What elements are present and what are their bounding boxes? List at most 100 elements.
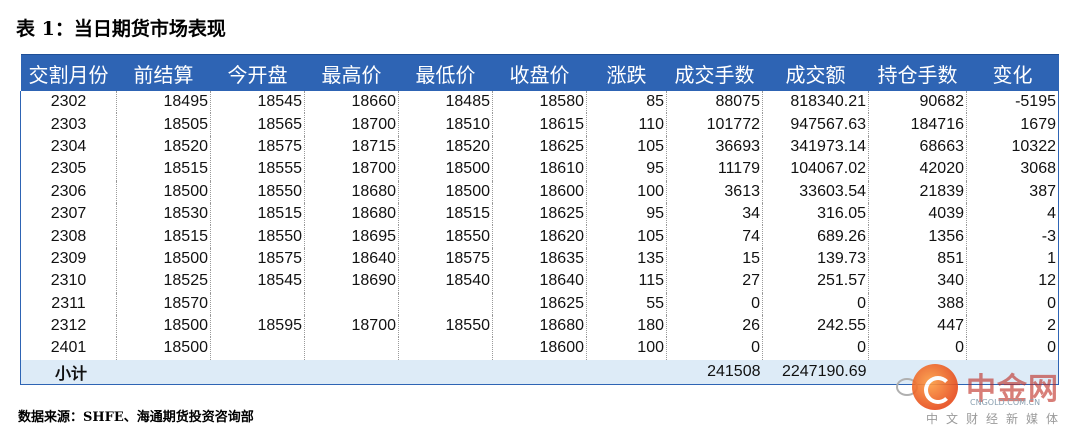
cell-turnover: 0: [762, 292, 869, 315]
col-header-prev-settle: 前结算: [116, 54, 211, 91]
table-row: 2309 18500 18575 18640 18575 18635 135 15 139.73…: [20, 247, 1059, 271]
cell-turnover: 251.57: [762, 270, 869, 293]
cell-close: 18615: [492, 113, 587, 136]
cell-close: 18640: [492, 270, 587, 293]
watermark-subtitle: 中文财经新媒体: [926, 412, 1067, 426]
col-header-close: 收盘价: [492, 54, 587, 91]
cell-open-interest: 0: [868, 337, 967, 360]
cell-open: 18515: [210, 202, 305, 226]
table-row: 2303 18505 18565 18700 18510 18615 110 101772 94…: [20, 113, 1059, 136]
cell-change: 95: [586, 158, 667, 181]
cell-open: [210, 337, 305, 360]
total-cell: [304, 359, 399, 385]
total-cell: [586, 359, 667, 385]
cell-change: 110: [586, 113, 667, 136]
cell-high: 18680: [304, 202, 399, 226]
cell-prev-settle: 18500: [116, 247, 211, 271]
cell-volume: 26: [666, 314, 763, 338]
cell-turnover: 139.73: [762, 247, 869, 271]
cell-oi-change: 12: [966, 270, 1059, 293]
cell-open-interest: 184716: [868, 113, 967, 136]
cell-oi-change: 0: [966, 337, 1059, 360]
cell-open: 18550: [210, 180, 305, 203]
cell-low: 18550: [398, 314, 493, 338]
cell-turnover: 104067.02: [762, 158, 869, 181]
cell-volume: 11179: [666, 158, 763, 181]
data-source-note: 数据来源：SHFE、海通期货投资咨询部: [18, 410, 254, 425]
cell-delivery-month: 2305: [20, 158, 117, 181]
cell-volume: 34: [666, 202, 763, 226]
cell-close: 18625: [492, 292, 587, 315]
cell-change: 105: [586, 135, 667, 159]
cell-close: 18625: [492, 202, 587, 226]
cell-close: 18610: [492, 158, 587, 181]
cell-delivery-month: 2309: [20, 247, 117, 271]
cell-change: 100: [586, 337, 667, 360]
cell-low: [398, 337, 493, 360]
cell-oi-change: 1679: [966, 113, 1059, 136]
cell-low: 18520: [398, 135, 493, 159]
cell-prev-settle: 18515: [116, 158, 211, 181]
cell-change: 105: [586, 225, 667, 248]
table-title: 表 1：当日期货市场表现: [16, 18, 226, 40]
cell-open-interest: 1356: [868, 225, 967, 248]
header-row: 交割月份 前结算 今开盘 最高价 最低价 收盘价 涨跌 成交手数 成交额 持仓手…: [20, 54, 1059, 91]
cell-change: 135: [586, 247, 667, 271]
cell-prev-settle: 18525: [116, 270, 211, 293]
cell-delivery-month: 2303: [20, 113, 117, 136]
total-cell: [210, 359, 305, 385]
cell-open: 18595: [210, 314, 305, 338]
cell-change: 85: [586, 91, 667, 114]
cell-delivery-month: 2304: [20, 135, 117, 159]
cell-open: 18545: [210, 91, 305, 114]
cell-open-interest: 42020: [868, 158, 967, 181]
col-header-low: 最低价: [398, 54, 493, 91]
total-label: 小计: [20, 359, 117, 385]
cell-high: 18700: [304, 314, 399, 338]
col-header-turnover: 成交额: [762, 54, 869, 91]
cell-volume: 74: [666, 225, 763, 248]
table-row: 2401 18500 18600 100 0 0 0 0: [20, 337, 1059, 360]
cell-open-interest: 21839: [868, 180, 967, 203]
cell-delivery-month: 2307: [20, 202, 117, 226]
cell-prev-settle: 18530: [116, 202, 211, 226]
cell-change: 95: [586, 202, 667, 226]
total-turnover: 2247190.69: [762, 359, 869, 385]
cell-low: 18575: [398, 247, 493, 271]
cell-open: 18545: [210, 270, 305, 293]
cell-low: 18485: [398, 91, 493, 114]
table-row: 2305 18515 18555 18700 18500 18610 95 11179 1040…: [20, 158, 1059, 181]
cell-open: 18550: [210, 225, 305, 248]
cell-low: 18510: [398, 113, 493, 136]
cell-open: [210, 292, 305, 315]
cell-change: 100: [586, 180, 667, 203]
cell-change: 180: [586, 314, 667, 338]
cell-volume: 88075: [666, 91, 763, 114]
cell-high: 18690: [304, 270, 399, 293]
cell-high: [304, 337, 399, 360]
cell-turnover: 818340.21: [762, 91, 869, 114]
cell-oi-change: -3: [966, 225, 1059, 248]
total-volume: 241508: [666, 359, 763, 385]
total-cell: [966, 359, 1059, 385]
table-row: 2304 18520 18575 18715 18520 18625 105 36693 341…: [20, 135, 1059, 159]
col-header-open: 今开盘: [210, 54, 305, 91]
cell-turnover: 316.05: [762, 202, 869, 226]
cell-prev-settle: 18515: [116, 225, 211, 248]
cell-open-interest: 68663: [868, 135, 967, 159]
cell-oi-change: 1: [966, 247, 1059, 271]
cell-open: 18565: [210, 113, 305, 136]
cell-open-interest: 90682: [868, 91, 967, 114]
cell-close: 18680: [492, 314, 587, 338]
cell-open-interest: 340: [868, 270, 967, 293]
cell-turnover: 33603.54: [762, 180, 869, 203]
cell-close: 18600: [492, 337, 587, 360]
col-header-open-interest: 持仓手数: [868, 54, 967, 91]
cell-turnover: 0: [762, 337, 869, 360]
futures-market-table: 交割月份 前结算 今开盘 最高价 最低价 收盘价 涨跌 成交手数 成交额 持仓手…: [20, 54, 1059, 385]
cell-open: 18555: [210, 158, 305, 181]
cell-open-interest: 851: [868, 247, 967, 271]
cell-high: 18680: [304, 180, 399, 203]
cell-oi-change: 4: [966, 202, 1059, 226]
cell-low: 18500: [398, 180, 493, 203]
